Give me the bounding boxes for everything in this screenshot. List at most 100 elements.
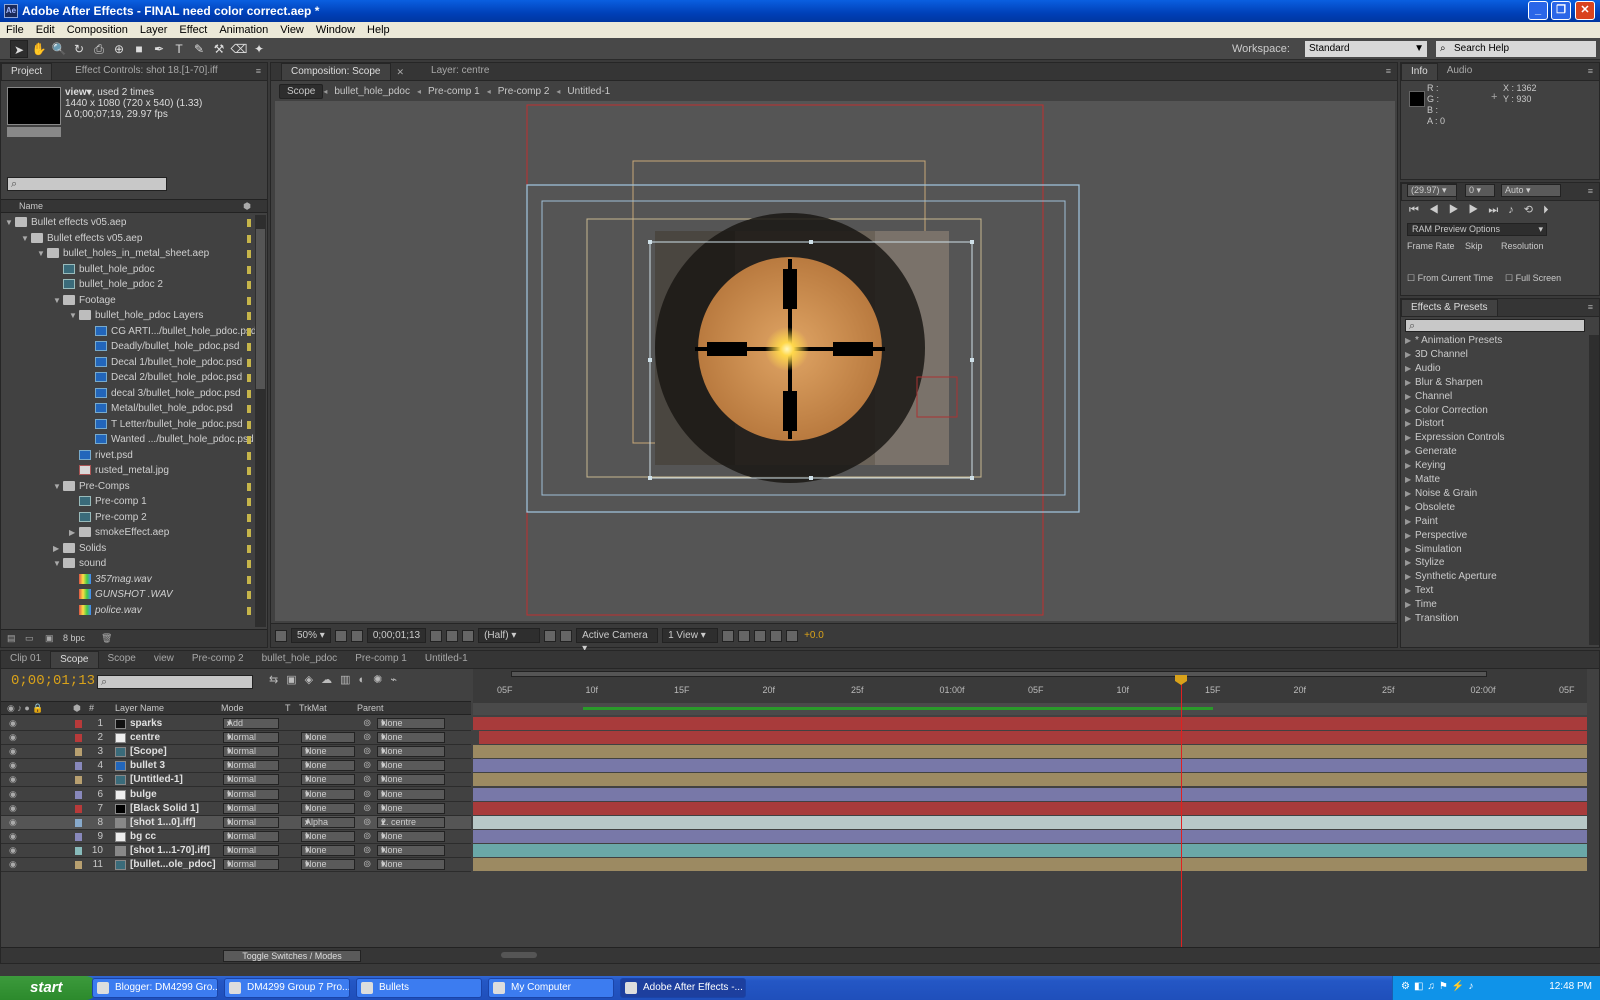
pick-whip-icon[interactable]: ⊚ <box>363 802 371 815</box>
effect-category[interactable]: ▶ Noise & Grain <box>1405 488 1477 502</box>
menu-layer[interactable]: Layer <box>134 24 174 36</box>
disclosure-triangle-icon[interactable]: ▶ <box>1405 433 1415 442</box>
tab-project[interactable]: Project <box>1 63 53 80</box>
breadcrumb-item[interactable]: Untitled-1 <box>560 85 617 98</box>
panel-menu-icon[interactable]: ≡ <box>256 66 261 76</box>
pick-whip-icon[interactable]: ⊚ <box>363 717 371 730</box>
parent-column-header[interactable]: Parent <box>357 703 384 713</box>
project-item[interactable]: Wanted .../bullet_hole_pdoc.psd <box>1 432 254 448</box>
label-color[interactable] <box>75 790 82 799</box>
tab-info[interactable]: Info <box>1401 63 1438 80</box>
blend-mode-select[interactable]: Normal ▾ <box>223 830 279 842</box>
layer-row[interactable]: ◉ 10 [shot 1...1-70].iff] Normal ▾ None … <box>1 844 471 858</box>
disclosure-triangle-icon[interactable]: ▼ <box>53 556 63 571</box>
bit-depth-button[interactable]: 8 bpc <box>63 633 85 643</box>
trkmat-select[interactable]: Alpha ▾ <box>301 816 355 828</box>
layer-name[interactable]: [Scope] <box>130 745 167 758</box>
ram-preview-options-select[interactable]: RAM Preview Options ▾ <box>1407 223 1547 236</box>
layer-name[interactable]: centre <box>130 731 160 744</box>
snapshot-icon[interactable] <box>430 629 443 642</box>
trkmat-select[interactable]: None ▾ <box>301 774 355 786</box>
effects-scrollbar[interactable] <box>1589 335 1599 645</box>
blend-mode-select[interactable]: Normal ▾ <box>223 816 279 828</box>
previous-frame-icon[interactable]: ◀ <box>1429 204 1449 216</box>
blend-mode-select[interactable]: Normal ▾ <box>223 774 279 786</box>
project-item[interactable]: 357mag.wav <box>1 572 253 588</box>
disclosure-triangle-icon[interactable]: ▶ <box>1405 545 1415 554</box>
layer-duration-bar[interactable] <box>473 815 1587 829</box>
disclosure-triangle-icon[interactable]: ▶ <box>1405 489 1415 498</box>
disclosure-triangle-icon[interactable]: ▶ <box>1405 364 1415 373</box>
layer-name[interactable]: bullet 3 <box>130 759 165 772</box>
effect-category[interactable]: ▶ Matte <box>1405 474 1440 488</box>
layer-name[interactable]: bulge <box>130 788 157 801</box>
pick-whip-icon[interactable]: ⊚ <box>363 745 371 758</box>
disclosure-triangle-icon[interactable]: ▶ <box>1405 572 1415 581</box>
trkmat-column-header[interactable]: TrkMat <box>299 703 327 713</box>
loop-icon[interactable]: ⟲ <box>1524 204 1543 216</box>
effect-category[interactable]: ▶ Blur & Sharpen <box>1405 377 1483 391</box>
mute-audio-icon[interactable]: ♪ <box>1508 204 1524 216</box>
blend-mode-select[interactable]: Normal ▾ <box>223 760 279 772</box>
disclosure-triangle-icon[interactable]: ▶ <box>1405 350 1415 359</box>
tab-timeline-untitled-1[interactable]: Untitled-1 <box>416 651 477 668</box>
project-item[interactable]: bullet_hole_pdoc <box>1 262 253 278</box>
parent-select[interactable]: None ▾ <box>377 760 445 772</box>
project-item[interactable]: Decal 2/bullet_hole_pdoc.psd <box>1 370 253 386</box>
hand-tool-icon[interactable]: ✋ <box>30 40 48 58</box>
pick-whip-icon[interactable]: ⊚ <box>363 759 371 772</box>
project-item[interactable]: police.wav <box>1 603 253 619</box>
menu-edit[interactable]: Edit <box>30 24 61 36</box>
from-current-time-checkbox[interactable]: ☐ From Current Time <box>1407 273 1493 284</box>
composition-viewer[interactable] <box>275 101 1395 621</box>
blend-mode-select[interactable]: Normal ▾ <box>223 788 279 800</box>
tab-timeline-clip-01[interactable]: Clip 01 <box>1 651 50 668</box>
project-item[interactable]: ▼ Bullet effects v05.aep <box>1 215 253 231</box>
effect-category[interactable]: ▶ Channel <box>1405 391 1452 405</box>
region-of-interest-icon[interactable] <box>544 629 557 642</box>
disclosure-triangle-icon[interactable]: ▶ <box>1405 406 1415 415</box>
disclosure-triangle-icon[interactable]: ▶ <box>1405 558 1415 567</box>
tab-effects-presets[interactable]: Effects & Presets <box>1401 299 1498 316</box>
exposure-value[interactable]: +0.0 <box>804 630 824 641</box>
project-item[interactable]: GUNSHOT .WAV <box>1 587 253 603</box>
close-button[interactable]: ✕ <box>1575 1 1595 20</box>
panel-menu-icon[interactable]: ≡ <box>1588 66 1593 76</box>
work-area-bar[interactable] <box>473 703 1587 715</box>
effect-category[interactable]: ▶ Keying <box>1405 460 1446 474</box>
parent-select[interactable]: None ▾ <box>377 802 445 814</box>
effects-search-input[interactable]: ⌕ <box>1405 319 1585 332</box>
full-screen-checkbox[interactable]: ☐ Full Screen <box>1505 273 1561 284</box>
eraser-tool-icon[interactable]: ⌫ <box>230 40 248 58</box>
tab-timeline-bullet-hole-pdoc[interactable]: bullet_hole_pdoc <box>253 651 347 668</box>
eye-icon[interactable]: ◉ <box>9 745 17 758</box>
parent-select[interactable]: None ▾ <box>377 718 445 729</box>
timeline-current-time[interactable]: 0;00;01;13 <box>11 673 95 689</box>
layer-row[interactable]: ◉ 9 bg cc Normal ▾ None ▾ ⊚ None ▾ <box>1 830 471 844</box>
timeline-icon[interactable] <box>754 629 767 642</box>
effect-category[interactable]: ▶ Color Correction <box>1405 405 1488 419</box>
flowchart-icon[interactable] <box>770 629 783 642</box>
layer-duration-bar[interactable] <box>473 773 1587 787</box>
project-item[interactable]: decal 3/bullet_hole_pdoc.psd <box>1 386 253 402</box>
effect-category[interactable]: ▶ Text <box>1405 585 1433 599</box>
project-item[interactable]: ▼ sound <box>1 556 253 572</box>
restore-button[interactable]: ❐ <box>1551 1 1571 20</box>
workspace-select[interactable]: Standard ▼ <box>1305 41 1427 57</box>
play-icon[interactable]: ▶ <box>1449 204 1469 216</box>
first-frame-icon[interactable]: ⏮ <box>1409 204 1429 216</box>
disclosure-triangle-icon[interactable]: ▼ <box>69 308 79 323</box>
blend-mode-select[interactable]: Normal ▾ <box>223 844 279 856</box>
mask-visibility-icon[interactable] <box>350 629 363 642</box>
project-item[interactable]: ▼ bullet_holes_in_metal_sheet.aep <box>1 246 253 262</box>
taskbar-item[interactable]: Adobe After Effects -... <box>620 978 746 998</box>
disclosure-triangle-icon[interactable]: ▶ <box>1405 586 1415 595</box>
resolution-select[interactable]: Auto ▾ <box>1501 184 1561 197</box>
layer-row[interactable]: ◉ 1 sparks Add ▾ ⊚ None ▾ <box>1 717 471 731</box>
brush-tool-icon[interactable]: ✎ <box>190 40 208 58</box>
label-color[interactable] <box>75 776 82 785</box>
effect-category[interactable]: ▶ * Animation Presets <box>1405 335 1502 349</box>
pick-whip-icon[interactable]: ⊚ <box>363 844 371 857</box>
eye-icon[interactable]: ◉ <box>9 717 17 730</box>
disclosure-triangle-icon[interactable]: ▼ <box>21 231 31 246</box>
